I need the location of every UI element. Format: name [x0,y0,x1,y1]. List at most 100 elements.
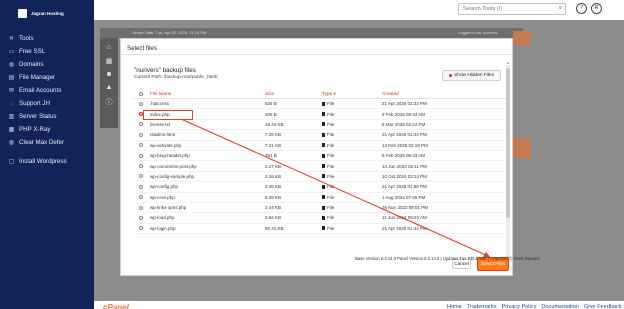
sidebar-item-php-x-ray[interactable]: ▦ PHP X-Ray [7,123,93,136]
file-type: File [327,132,335,138]
row-checkbox[interactable] [138,153,143,158]
alert-icon[interactable]: ▲ [100,84,118,91]
file-icon [322,153,325,158]
divider [121,54,512,55]
user-button[interactable]: R [591,3,602,14]
stats-icon[interactable]: ▦ [100,57,118,65]
sidebar-item-email-accounts[interactable]: ✉ Email Accounts [7,84,93,97]
scroll-thumb[interactable] [506,68,510,218]
logo[interactable]: Jagran Hosting [18,9,65,18]
row-checkbox[interactable] [138,184,143,189]
row-checkbox[interactable] [138,112,143,117]
top-header: Search Tools (/) ⌕ ? R [94,0,624,20]
file-name: wp-cron.php [150,194,175,200]
file-type: File [327,215,335,221]
row-checkbox[interactable] [138,164,143,169]
table-row[interactable]: wp-links-opml.php 2.44 KB File 26 Nov 2022 … [133,203,507,214]
file-size: 19.44 KB [265,121,284,127]
footer-link-home[interactable]: Home [447,304,462,309]
file-size: 2.27 KB [265,163,282,169]
file-type: File [327,121,335,127]
row-checkbox[interactable] [138,195,143,200]
globe-icon: ◍ [8,62,15,68]
file-type: File [327,184,335,190]
modal-title: Select files [127,45,157,52]
sidebar-item-label: Free SSL [19,48,46,55]
sidebar-item-tools[interactable]: ✕ Tools [7,32,93,45]
search-icon[interactable]: ⌕ [559,5,562,12]
search-input[interactable]: Search Tools (/) ⌕ [458,3,566,15]
file-created: 26 Nov 2022 09:01 PM [382,205,429,211]
file-size: 7.21 KB [265,142,282,148]
table-row[interactable]: wp-config-sample.php 3.26 KB File 10 Oct 20… [133,172,507,183]
row-checkbox[interactable] [138,174,143,179]
sidebar-item-domains[interactable]: ◍ Domains [7,58,93,71]
table-row[interactable]: wp-blog-header.php 351 B File 6 Feb 2025 06… [133,151,507,162]
table-row[interactable]: index.php 405 B File 8 Feb 2025 06:33 AM [133,109,507,121]
table-row[interactable]: wp-load.php 3.84 KB File 11 Jun 2024 09:23 … [133,213,507,224]
file-size: 3.26 KB [265,173,282,179]
file-created: 10 Oct 2024 03:24 PM [382,173,428,179]
help-button[interactable]: ? [576,3,587,14]
file-created: 11 Jun 2024 09:23 AM [382,215,427,221]
table-row[interactable]: wp-login.php 50.21 KB File 21 Apr 2025 01:4… [133,224,507,235]
show-hidden-label: Show Hidden Files [454,73,494,78]
server-icon: ▥ [8,114,15,120]
column-header-created[interactable]: Created [382,91,492,96]
file-created: 21 Apr 2025 01:44 PM [382,132,427,138]
sidebar-item-install-wordpress[interactable]: ▢ Install Wordpress [7,155,93,168]
footer-link-privacy-policy[interactable]: Privacy Policy [502,304,537,309]
footer-link-give-feedback[interactable]: Give Feedback [584,304,622,309]
row-checkbox[interactable] [138,226,143,231]
table-row[interactable]: wp-comments-post.php 2.27 KB File 14 Jun 20… [133,161,507,172]
file-icon [322,122,325,127]
scrollbar[interactable]: ▲ ▼ [506,60,510,260]
table-row[interactable]: license.txt 19.44 KB File 6 Mar 2025 02:24 … [133,120,507,131]
row-checkbox[interactable] [138,205,143,210]
file-name: .htaccess [150,101,170,107]
row-checkbox[interactable] [138,132,143,137]
show-hidden-files-button[interactable]: Show Hidden Files [442,70,501,81]
row-checkbox[interactable] [138,143,143,148]
sidebar-item-file-manager[interactable]: ▤ File Manager [7,71,93,84]
file-icon [322,164,325,169]
row-checkbox[interactable] [138,101,143,106]
orange-tab [513,31,531,45]
file-created: 6 Feb 2025 06:33 AM [382,153,426,159]
file-manager-icon: ▤ [8,75,15,81]
current-path: Current Path: /backup-root/public_html/ [134,75,218,80]
sidebar-item-support-jh[interactable]: ◌ Support JH [7,97,93,110]
sidebar-item-clear-max-defer[interactable]: ◍ Clear Max Defer [7,136,93,149]
file-size: 5.49 KB [265,194,282,200]
file-name: wp-activate.php [150,142,182,148]
column-header-name[interactable]: File Name [148,91,265,96]
file-size: 405 B [265,111,277,117]
users-icon[interactable]: ☻ [100,71,118,78]
table-row[interactable]: wp-config.php 3.45 KB File 21 Apr 2025 01:5… [133,182,507,193]
file-name: wp-config.php [150,184,179,190]
table-header: File Name Size Type ▾ Created [133,89,507,99]
file-name: wp-load.php [150,215,175,221]
row-checkbox[interactable] [138,215,143,220]
file-icon [322,132,325,137]
table-row[interactable]: .htaccess 625 B File 21 Apr 2025 01:33 PM [133,99,507,110]
column-header-type[interactable]: Type ▾ [322,91,382,97]
sidebar-item-free-ssl[interactable]: ▭ Free SSL [7,45,93,58]
footer-link-documentation[interactable]: Documentation [541,304,579,309]
file-name: wp-config-sample.php [150,173,195,179]
footer-link-trademarks[interactable]: Trademarks [467,304,497,309]
select-all-checkbox[interactable] [138,91,143,96]
home-icon[interactable]: ⌂ [100,44,118,51]
info-icon[interactable]: ⓘ [100,97,118,107]
files-table: File Name Size Type ▾ Created .htaccess 6… [133,89,507,235]
table-row[interactable]: wp-cron.php 5.49 KB File 1 Aug 2024 07:46 P… [133,193,507,203]
logo-text: Jagran Hosting [31,11,64,16]
table-row[interactable]: wp-activate.php 7.21 KB File 13 Feb 2025 02… [133,141,507,151]
file-size: 625 B [265,101,277,107]
file-icon [322,112,325,117]
column-header-size[interactable]: Size [265,91,322,96]
scroll-up-icon[interactable]: ▲ [506,60,510,65]
table-row[interactable]: readme.html 7.25 KB File 21 Apr 2025 01:44 … [133,130,507,141]
row-checkbox[interactable] [138,122,143,127]
sidebar-item-server-status[interactable]: ▥ Server Status [7,110,93,123]
